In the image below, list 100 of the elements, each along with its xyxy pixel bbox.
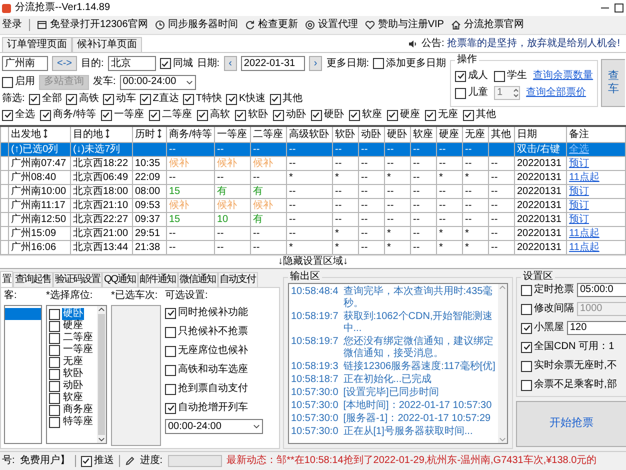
checkbox[interactable]: [49, 368, 60, 380]
checkbox[interactable]: [424, 110, 436, 120]
checkbox[interactable]: [455, 70, 466, 82]
toggle-link[interactable]: ↓隐藏设置区域↓: [278, 256, 348, 268]
settings-field[interactable]: 120: [567, 321, 626, 335]
toolbar-button[interactable]: 检查更新: [244, 19, 298, 31]
query-button[interactable]: 查 车: [601, 59, 626, 107]
list-item[interactable]: 硬卧: [62, 308, 84, 320]
tab[interactable]: 订单管理页面: [2, 37, 72, 52]
checkbox[interactable]: [49, 392, 60, 404]
from-field[interactable]: 广州南: [2, 56, 48, 71]
scrollbar[interactable]: [97, 306, 106, 443]
list-item[interactable]: 二等座: [62, 332, 94, 344]
table-row[interactable]: 广州南12:50 北京西22:27 09:37 15 10 有 -- -- -- -- -- -- -- -- 20220131 预订: [0, 212, 626, 226]
tab[interactable]: 自动支付: [218, 272, 258, 287]
table-row[interactable]: 广州南10:00 北京西18:00 08:00 15 有 有 -- -- -- -- -- -- -- -- 20220131 预订: [0, 184, 626, 198]
checkbox[interactable]: [28, 94, 40, 104]
checkbox[interactable]: [165, 364, 176, 376]
toolbar-button[interactable]: 赞助与注册VIP: [364, 19, 444, 31]
seat-list[interactable]: 硬卧 硬座 二等座 一等座 无座 软卧 动卧 软座 商务座 特等座: [46, 305, 107, 444]
checkbox[interactable]: [140, 94, 151, 104]
list-item[interactable]: 硬座: [62, 320, 84, 332]
list-item[interactable]: 商务座: [62, 404, 94, 416]
checkbox[interactable]: [49, 308, 60, 320]
checkbox[interactable]: [80, 456, 92, 466]
start-button[interactable]: 开始抢票: [516, 401, 626, 447]
checkbox[interactable]: [165, 346, 176, 356]
checkbox[interactable]: [386, 110, 398, 120]
passenger-list[interactable]: [4, 305, 42, 444]
checkbox[interactable]: [2, 110, 13, 120]
scroll-down-icon[interactable]: [98, 436, 105, 443]
tab[interactable]: 置: [0, 271, 13, 287]
checkbox[interactable]: [310, 110, 322, 120]
checkbox[interactable]: [494, 70, 506, 82]
sort-icon[interactable]: [105, 128, 110, 138]
checkbox[interactable]: [521, 322, 532, 334]
toolbar-button[interactable]: 登录: [2, 19, 22, 31]
table-row[interactable]: 广州15:09 北京西21:00 29:51 -- -- -- -- * -- * -- * * -- 20220131 11点起: [0, 226, 626, 240]
table-row[interactable]: 广州南07:47 北京西18:22 10:35 候补 候补 候补 -- -- -- -- -- -- -- -- 20220131 预订: [0, 156, 626, 170]
toolbar-button[interactable]: 分流抢票官网: [450, 19, 524, 31]
list-item[interactable]: 软卧: [62, 368, 84, 380]
settings-field[interactable]: 05:00:0: [577, 283, 626, 297]
checkbox[interactable]: [49, 344, 60, 356]
swap-button[interactable]: <->: [52, 56, 78, 71]
next-date-button[interactable]: ›: [308, 56, 322, 71]
checkbox[interactable]: [521, 360, 532, 372]
query-link[interactable]: 查询全部票价: [526, 87, 586, 99]
checkbox[interactable]: [165, 402, 176, 414]
tab[interactable]: 验证码设置: [53, 272, 102, 287]
sort-icon[interactable]: [157, 128, 162, 138]
checkbox[interactable]: [234, 110, 246, 120]
number-spinner[interactable]: 1: [494, 86, 520, 100]
checkbox[interactable]: [49, 332, 60, 344]
checkbox[interactable]: [102, 94, 114, 104]
checkbox[interactable]: [373, 58, 384, 69]
tab[interactable]: QQ通知: [102, 272, 138, 287]
table-row[interactable]: 广州南11:17 北京西21:10 09:53 候补 候补 候补 -- -- -- -- -- -- -- -- 20220131 预订: [0, 198, 626, 212]
previous-date-button[interactable]: ‹: [224, 56, 237, 71]
checkbox[interactable]: [270, 94, 281, 104]
scroll-up-icon[interactable]: [98, 306, 105, 313]
checkbox[interactable]: [100, 110, 112, 120]
checkbox[interactable]: [455, 88, 466, 98]
checkbox[interactable]: [49, 380, 60, 392]
checkbox[interactable]: [165, 384, 176, 394]
list-item[interactable]: 一等座: [62, 344, 94, 356]
table-row[interactable]: (↑)已选0列 (↓)未选7列 -- -- -- -- -- -- -- -- -- -- 双击/右键 全选: [0, 142, 626, 156]
checkbox[interactable]: [272, 110, 284, 120]
checkbox[interactable]: [66, 94, 77, 104]
list-item[interactable]: 无座: [62, 356, 84, 368]
checkbox[interactable]: [49, 320, 60, 332]
checkbox[interactable]: [2, 76, 13, 88]
list-item[interactable]: 动卧: [62, 380, 84, 392]
checkbox[interactable]: [462, 110, 474, 120]
checkbox[interactable]: [521, 342, 532, 352]
checkbox[interactable]: [165, 308, 176, 318]
checkbox[interactable]: [226, 94, 237, 104]
sort-icon[interactable]: [43, 128, 48, 138]
time-select[interactable]: 00:00-24:00: [120, 74, 196, 90]
checkbox[interactable]: [348, 110, 360, 120]
checkbox[interactable]: [165, 326, 176, 338]
checkbox[interactable]: [49, 416, 60, 428]
checkbox[interactable]: [521, 380, 532, 390]
checkbox[interactable]: [521, 284, 532, 296]
tab[interactable]: 邮件通知: [138, 272, 178, 287]
table-row[interactable]: 广州16:06 北京西13:44 21:38 -- -- -- * * -- * -- * * -- 20220131 11点起: [0, 240, 626, 254]
checkbox[interactable]: [49, 404, 60, 416]
checkbox[interactable]: [148, 110, 160, 120]
query-link[interactable]: 查询余票数量: [533, 70, 594, 82]
checkbox[interactable]: [49, 356, 60, 368]
list-item[interactable]: 特等座: [62, 416, 94, 428]
checkbox[interactable]: [160, 58, 171, 69]
toolbar-button[interactable]: 同步服务器时间: [154, 19, 238, 31]
checkbox[interactable]: [196, 110, 208, 120]
checkbox[interactable]: [182, 94, 194, 104]
checkbox[interactable]: [40, 110, 51, 120]
tab[interactable]: 微信通知: [178, 272, 218, 287]
maximize-icon[interactable]: [614, 3, 624, 13]
to-field[interactable]: 北京: [108, 56, 156, 71]
toolbar-button[interactable]: 免登录打开12306官网: [37, 19, 148, 31]
toolbar-button[interactable]: 设置代理: [304, 19, 358, 31]
